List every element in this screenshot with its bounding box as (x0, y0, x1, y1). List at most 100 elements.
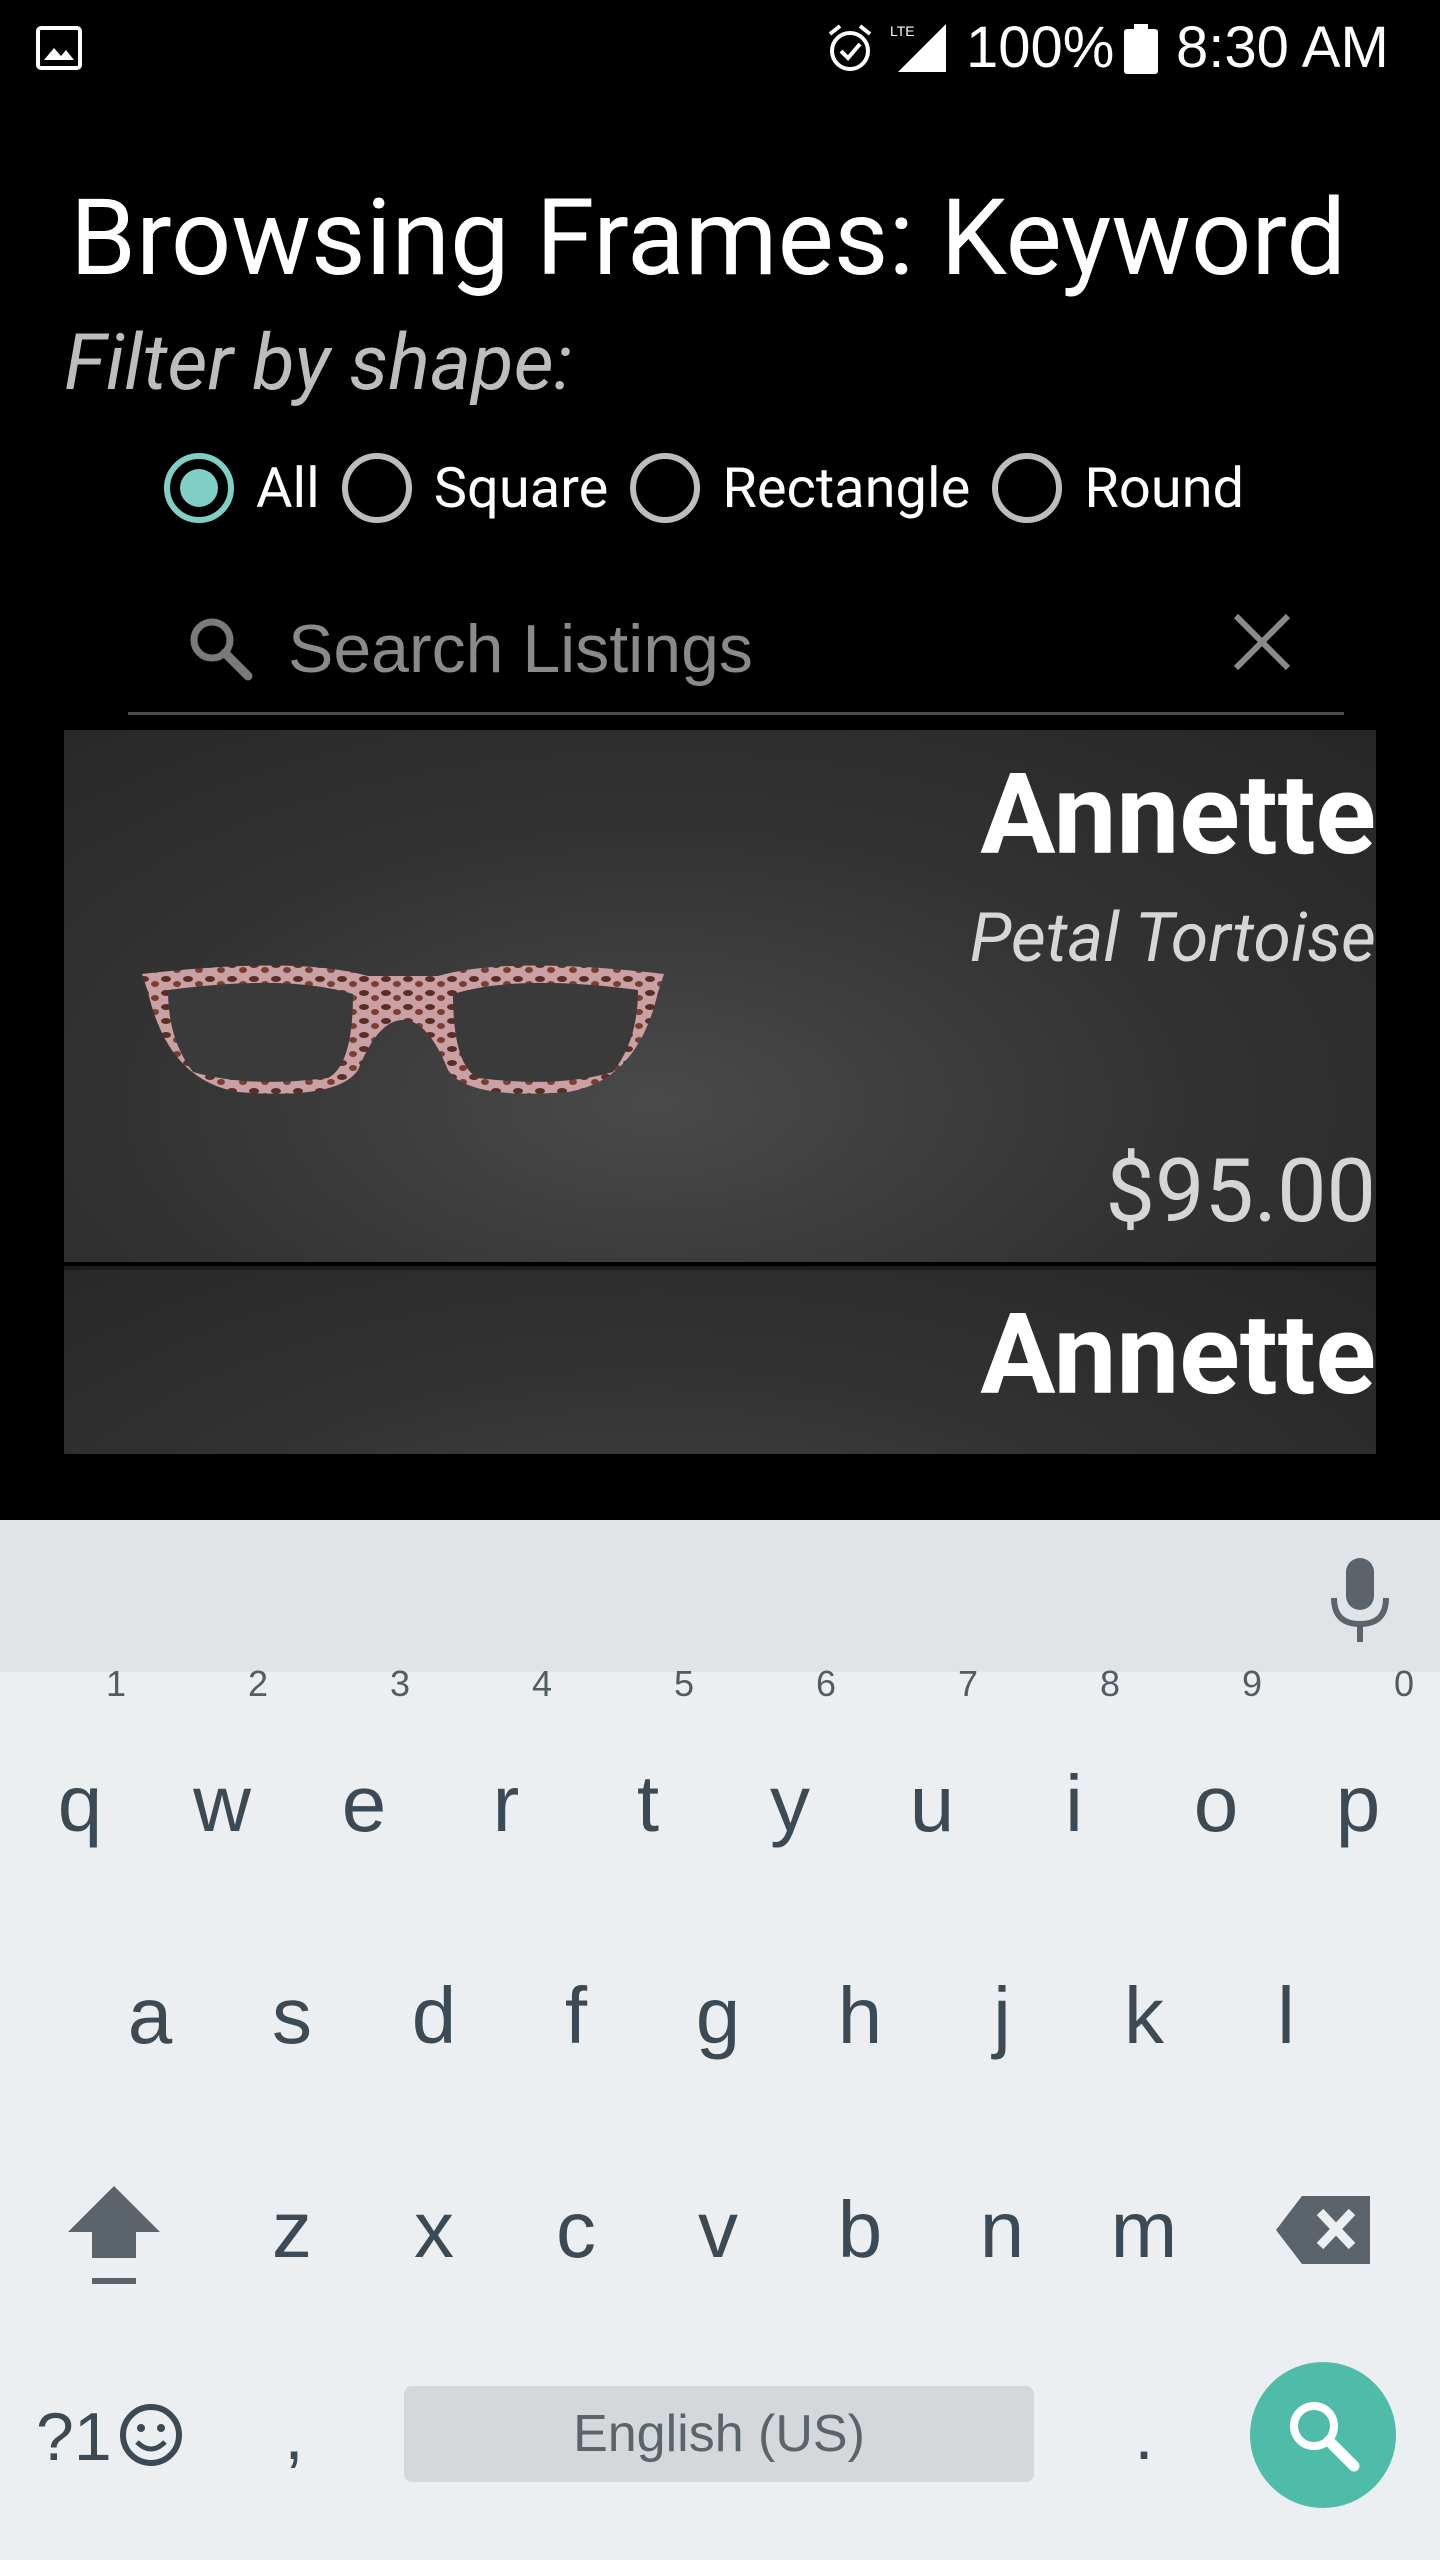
svg-text:LTE: LTE (890, 23, 915, 39)
space-bar[interactable]: English (US) (404, 2386, 1034, 2482)
listing-card[interactable]: Annette Petal Tortoise $95.00 (64, 730, 1376, 1262)
key-m[interactable]: m (1074, 2150, 1214, 2310)
search-input[interactable] (286, 602, 1210, 696)
key-r[interactable]: 4r (436, 1666, 576, 1884)
suggestion-strip (0, 1520, 1440, 1672)
listing-color: Petal Tortoise (969, 898, 1376, 978)
key-label: l (1277, 1971, 1295, 2060)
key-hint: 6 (816, 1663, 837, 1704)
clear-search-icon[interactable] (1228, 608, 1296, 676)
comma-key[interactable]: , (254, 2390, 334, 2480)
filter-rectangle-radio[interactable]: Rectangle (630, 453, 970, 523)
period-key[interactable]: . (1104, 2390, 1184, 2480)
filter-round-label[interactable]: Round (1084, 455, 1244, 521)
radio-unselected-icon[interactable] (630, 453, 701, 523)
symbols-label: ?1 (36, 2399, 112, 2475)
key-t[interactable]: 5t (578, 1666, 718, 1884)
key-e[interactable]: 3e (294, 1666, 434, 1884)
battery-percent: 100% (966, 15, 1115, 80)
key-w[interactable]: 2w (152, 1666, 292, 1884)
key-h[interactable]: h (790, 1936, 930, 2096)
alarm-icon (828, 24, 872, 71)
key-hint: 8 (1100, 1663, 1121, 1704)
key-label: f (564, 1971, 588, 2060)
key-label: r (492, 1759, 520, 1848)
key-label: o (1193, 1759, 1239, 1848)
key-a[interactable]: a (80, 1936, 220, 2096)
gallery-icon (36, 26, 82, 70)
key-x[interactable]: x (364, 2150, 504, 2310)
key-hint: 1 (106, 1663, 127, 1704)
listing-card[interactable]: Annette (64, 1266, 1376, 1454)
key-label: n (979, 2185, 1025, 2274)
signal-icon: LTE (890, 23, 946, 72)
key-label: w (193, 1759, 251, 1848)
filter-rectangle-label[interactable]: Rectangle (722, 455, 970, 521)
key-b[interactable]: b (790, 2150, 930, 2310)
key-u[interactable]: 7u (862, 1666, 1002, 1884)
key-label: h (837, 1971, 883, 2060)
key-hint: 0 (1394, 1663, 1415, 1704)
comma-label: , (284, 2396, 304, 2474)
key-label: g (695, 1971, 741, 2060)
key-label: u (909, 1759, 955, 1848)
key-z[interactable]: z (222, 2150, 362, 2310)
key-l[interactable]: l (1216, 1936, 1356, 2096)
listings-list[interactable]: Annette Petal Tortoise $95.00 Annette (64, 730, 1376, 1454)
filter-all-radio[interactable]: All (164, 453, 320, 523)
key-label: a (127, 1971, 173, 2060)
filter-square-label[interactable]: Square (434, 455, 609, 521)
emoji-icon[interactable] (118, 2402, 184, 2468)
key-i[interactable]: 8i (1004, 1666, 1144, 1884)
key-label: e (341, 1759, 387, 1848)
key-label: k (1124, 1971, 1164, 2060)
soft-keyboard: 1q 2w 3e 4r 5t 6y 7u 8i 9o 0p a s d f g … (0, 1520, 1440, 2560)
filter-square-radio[interactable]: Square (341, 453, 609, 523)
listing-name: Annette (980, 1290, 1376, 1421)
key-p[interactable]: 0p (1288, 1666, 1428, 1884)
search-action-button[interactable] (1250, 2362, 1396, 2508)
key-hint: 9 (1242, 1663, 1263, 1704)
key-q[interactable]: 1q (10, 1666, 150, 1884)
listing-name: Annette (980, 750, 1376, 881)
key-j[interactable]: j (932, 1936, 1072, 2096)
battery-icon (1124, 24, 1158, 74)
key-label: j (993, 1971, 1011, 2060)
key-label: m (1110, 2185, 1178, 2274)
page-title: Browsing Frames: Keyword (70, 176, 1347, 300)
radio-unselected-icon[interactable] (341, 453, 412, 523)
listing-price: $95.00 (1105, 1140, 1377, 1243)
key-label: p (1335, 1759, 1381, 1848)
key-k[interactable]: k (1074, 1936, 1214, 2096)
key-label: b (837, 2185, 883, 2274)
shape-filter-group: All Square Rectangle Round (164, 444, 1266, 532)
status-bar: LTE 100% 8:30 AM (0, 0, 1440, 100)
backspace-icon[interactable] (1274, 2180, 1374, 2280)
key-hint: 7 (958, 1663, 979, 1704)
key-d[interactable]: d (364, 1936, 504, 2096)
symbols-key[interactable]: ?1 (36, 2392, 112, 2482)
key-s[interactable]: s (222, 1936, 362, 2096)
key-label: q (57, 1759, 103, 1848)
key-f[interactable]: f (506, 1936, 646, 2096)
key-g[interactable]: g (648, 1936, 788, 2096)
key-label: z (272, 2185, 312, 2274)
key-label: c (556, 2185, 596, 2274)
filter-all-label[interactable]: All (256, 455, 320, 521)
key-hint: 4 (532, 1663, 553, 1704)
key-o[interactable]: 9o (1146, 1666, 1286, 1884)
search-icon (190, 618, 253, 681)
radio-unselected-icon[interactable] (992, 453, 1063, 523)
key-v[interactable]: v (648, 2150, 788, 2310)
radio-selected-icon[interactable] (164, 453, 234, 523)
glasses-image (142, 965, 664, 1094)
filter-round-radio[interactable]: Round (992, 453, 1244, 523)
key-y[interactable]: 6y (720, 1666, 860, 1884)
key-hint: 2 (248, 1663, 269, 1704)
shift-icon[interactable] (64, 2180, 164, 2290)
key-label: y (770, 1759, 810, 1848)
key-c[interactable]: c (506, 2150, 646, 2310)
microphone-icon[interactable] (1330, 1558, 1390, 1644)
key-n[interactable]: n (932, 2150, 1072, 2310)
key-label: d (411, 1971, 457, 2060)
